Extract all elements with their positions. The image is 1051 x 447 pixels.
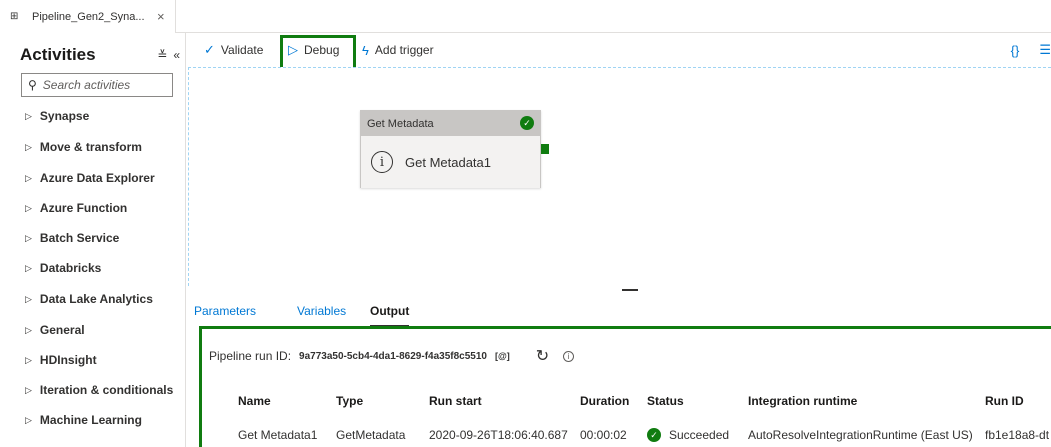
column-header-run-id: Run ID bbox=[985, 394, 1024, 408]
add-trigger-label: Add trigger bbox=[374, 43, 434, 57]
category-synapse[interactable]: ▷ Synapse bbox=[25, 104, 89, 128]
activity-body: i Get Metadata1 bbox=[361, 136, 540, 188]
status-text: Succeeded bbox=[669, 428, 730, 442]
run-id-label: Pipeline run ID: bbox=[209, 349, 292, 363]
category-label: Iteration & conditionals bbox=[39, 383, 174, 397]
expand-icon: ▷ bbox=[25, 324, 32, 335]
collapse-all-icon[interactable]: ≚ bbox=[157, 48, 167, 62]
info-icon: i bbox=[371, 151, 393, 173]
copy-icon[interactable]: [@] bbox=[495, 351, 510, 361]
tab-variables[interactable]: Variables bbox=[297, 297, 346, 325]
expand-icon: ▷ bbox=[25, 384, 32, 395]
expand-icon: ▷ bbox=[25, 414, 32, 425]
activities-header: Activities ≚ « bbox=[20, 43, 180, 67]
validate-button[interactable]: ✓ Validate bbox=[204, 40, 263, 60]
expand-icon: ▷ bbox=[25, 141, 32, 152]
category-label: Move & transform bbox=[39, 140, 142, 154]
refresh-icon[interactable]: ↻ bbox=[536, 346, 549, 366]
category-batch-service[interactable]: ▷ Batch Service bbox=[25, 226, 119, 250]
activities-panel: Activities ≚ « ⚲ ▷ Synapse ▷ Move & transf… bbox=[0, 33, 186, 447]
tab-output[interactable]: Output bbox=[370, 297, 410, 327]
column-header-integration-runtime: Integration runtime bbox=[748, 394, 858, 408]
activity-output-port[interactable] bbox=[541, 144, 549, 154]
cell-name[interactable]: Get Metadata1 bbox=[238, 426, 317, 444]
toolbar-right-icons: {} ☰ bbox=[991, 40, 1051, 60]
validate-label: Validate bbox=[220, 43, 264, 57]
category-general[interactable]: ▷ General bbox=[25, 318, 85, 342]
category-label: General bbox=[39, 323, 85, 337]
cell-status: ✓ Succeeded bbox=[647, 426, 729, 444]
run-id-value: 9a773a50-5cb4-4da1-8629-f4a35f8c5510 bbox=[299, 350, 487, 362]
category-databricks[interactable]: ▷ Databricks bbox=[25, 256, 101, 280]
category-label: Data Lake Analytics bbox=[39, 292, 153, 306]
category-label: Machine Learning bbox=[39, 413, 142, 427]
category-label: Synapse bbox=[39, 109, 90, 123]
column-header-duration: Duration bbox=[580, 394, 630, 408]
bottom-panel-tabs: Parameters Variables Output bbox=[188, 297, 1051, 327]
category-hdinsight[interactable]: ▷ HDInsight bbox=[25, 348, 97, 372]
cell-type: GetMetadata bbox=[336, 428, 406, 442]
cell-run-start: 2020-09-26T18:06:40.687 bbox=[429, 428, 568, 442]
expand-icon: ▷ bbox=[25, 293, 32, 304]
lightning-icon: ϟ bbox=[362, 42, 369, 58]
code-braces-icon[interactable]: {} bbox=[1011, 43, 1020, 58]
activities-title: Activities bbox=[20, 45, 96, 64]
column-header-status: Status bbox=[647, 394, 684, 408]
category-label: Batch Service bbox=[39, 231, 120, 245]
category-azure-data-explorer[interactable]: ▷ Azure Data Explorer bbox=[25, 166, 155, 190]
tab-title: Pipeline_Gen2_Syna... bbox=[32, 10, 145, 23]
expand-icon: ▷ bbox=[25, 232, 32, 243]
search-icon: ⚲ bbox=[28, 78, 37, 92]
column-header-name: Name bbox=[238, 394, 271, 408]
collapse-panel-icon[interactable]: « bbox=[173, 48, 180, 62]
expand-icon: ▷ bbox=[25, 110, 32, 121]
checkmark-icon: ✓ bbox=[204, 42, 215, 57]
expand-icon: ▷ bbox=[25, 172, 32, 183]
succeeded-icon: ✓ bbox=[647, 428, 661, 442]
category-label: Databricks bbox=[39, 261, 102, 275]
search-box[interactable]: ⚲ bbox=[21, 73, 173, 97]
category-azure-function[interactable]: ▷ Azure Function bbox=[25, 196, 127, 220]
category-label: Azure Function bbox=[39, 201, 128, 215]
tab-parameters[interactable]: Parameters bbox=[194, 297, 256, 325]
category-label: HDInsight bbox=[39, 353, 97, 367]
column-header-type: Type bbox=[336, 394, 364, 408]
success-check-icon: ✓ bbox=[520, 116, 534, 130]
activity-header: Get Metadata ✓ bbox=[361, 111, 540, 136]
close-icon[interactable]: × bbox=[157, 9, 175, 24]
category-label: Azure Data Explorer bbox=[39, 171, 155, 185]
activity-type-label: Get Metadata bbox=[367, 117, 434, 130]
category-machine-learning[interactable]: ▷ Machine Learning bbox=[25, 408, 142, 432]
category-iteration-conditionals[interactable]: ▷ Iteration & conditionals bbox=[25, 378, 173, 402]
properties-icon[interactable]: ☰ bbox=[1039, 42, 1051, 58]
document-tab-bar: ⊞ Pipeline_Gen2_Syna... × bbox=[0, 0, 1051, 33]
search-input[interactable] bbox=[42, 78, 163, 92]
add-trigger-button[interactable]: ϟ Add trigger bbox=[362, 40, 434, 60]
category-move-transform[interactable]: ▷ Move & transform bbox=[25, 135, 142, 159]
column-header-run-start: Run start bbox=[429, 394, 482, 408]
expand-icon: ▷ bbox=[25, 354, 32, 365]
cell-integration-runtime: AutoResolveIntegrationRuntime (East US) bbox=[748, 428, 973, 442]
activity-name: Get Metadata1 bbox=[405, 154, 491, 170]
expand-icon: ▷ bbox=[25, 262, 32, 273]
cell-duration: 00:00:02 bbox=[580, 428, 627, 442]
panel-splitter-handle[interactable] bbox=[622, 289, 638, 291]
info-icon[interactable]: i bbox=[563, 350, 575, 362]
expand-icon: ▷ bbox=[25, 202, 32, 213]
get-metadata-activity[interactable]: Get Metadata ✓ i Get Metadata1 bbox=[360, 110, 541, 188]
pipeline-canvas[interactable] bbox=[188, 67, 1051, 286]
pipeline-icon: ⊞ bbox=[10, 11, 19, 22]
pipeline-tab[interactable]: ⊞ Pipeline_Gen2_Syna... × bbox=[0, 0, 176, 33]
pipeline-run-id-row: Pipeline run ID: 9a773a50-5cb4-4da1-8629… bbox=[209, 346, 575, 366]
cell-run-id: fb1e18a8-dt bbox=[985, 428, 1050, 442]
category-data-lake-analytics[interactable]: ▷ Data Lake Analytics bbox=[25, 287, 153, 311]
